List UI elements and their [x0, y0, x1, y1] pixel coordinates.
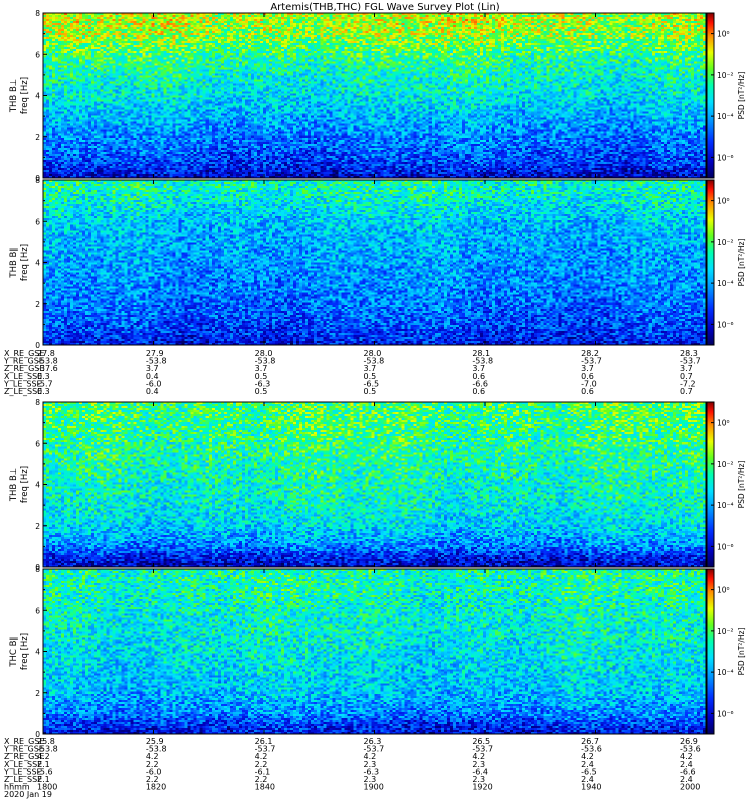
colorbar — [706, 568, 715, 735]
y-axis-label: freq [Hz] — [20, 633, 30, 670]
ephem-cell: 0.7 — [680, 387, 693, 396]
colorbar-tick-label: 10⁻⁶ — [717, 709, 734, 718]
spectrogram-panel-4: 02468freq [Hz]THC B∥10⁰10⁻²10⁻⁴10⁻⁶PSD [… — [9, 565, 746, 739]
ephem-cell: 0.4 — [146, 387, 159, 396]
colorbar-tick-label: 10⁻² — [717, 71, 734, 80]
y-tick-label: 4 — [35, 92, 40, 101]
y-tick-label: 4 — [35, 648, 40, 657]
colorbar — [706, 401, 715, 568]
ephem-cell: 1840 — [255, 783, 275, 792]
colorbar-label: PSD [nT²/Hz] — [737, 72, 746, 120]
ephem-cell: 0.5 — [255, 387, 268, 396]
ephem-cell: 1800 — [37, 783, 57, 792]
y-tick-label: 6 — [35, 606, 40, 615]
ephemeris-table-bottom: X_RE_GSEY_RE_GSEZ_RE_GSEX_LE_SSEY_LE_SSE… — [3, 737, 701, 799]
ephem-cell: 1900 — [364, 783, 384, 792]
colorbar-tick-label: 10⁰ — [717, 586, 730, 595]
spectrogram-image — [43, 13, 706, 178]
y-axis-label: freq [Hz] — [20, 77, 30, 114]
y-tick-label: 2 — [35, 522, 40, 531]
plot-title: Artemis(THB,THC) FGL Wave Survey Plot (L… — [270, 2, 499, 13]
panel-probe-label: THC B∥ — [9, 636, 19, 667]
panel-probe-label: THB B⊥ — [9, 79, 19, 113]
y-tick-label: 6 — [35, 439, 40, 448]
spectrogram-panels: 02468freq [Hz]THB B⊥10⁰10⁻²10⁻⁴10⁻⁶PSD [… — [9, 9, 746, 739]
ephem-cell: 0.5 — [364, 387, 377, 396]
ephem-cell: 0.6 — [581, 387, 594, 396]
colorbar-label: PSD [nT²/Hz] — [737, 461, 746, 509]
y-tick-label: 8 — [35, 176, 40, 185]
ephem-cell: 0.6 — [472, 387, 485, 396]
y-tick-label: 2 — [35, 133, 40, 142]
ephem-cell: 2000 — [680, 783, 700, 792]
ephemeris-table-top: X_RE_GSEY_RE_GSEZ_RE_GSEX_LE_SSEY_LE_SSE… — [3, 349, 701, 396]
spectrogram-image — [43, 569, 706, 734]
panel-probe-label: THB B∥ — [9, 247, 19, 278]
colorbar-tick-label: 10⁻⁴ — [717, 668, 734, 677]
colorbar-tick-label: 10⁻² — [717, 627, 734, 636]
y-axis-label: freq [Hz] — [20, 466, 30, 503]
colorbar-tick-label: 10⁰ — [717, 197, 730, 206]
y-axis-label: freq [Hz] — [20, 244, 30, 281]
colorbar-tick-label: 10⁻² — [717, 238, 734, 247]
colorbar-tick-label: 10⁻² — [717, 460, 734, 469]
y-tick-label: 6 — [35, 50, 40, 59]
ephem-cell: 1940 — [581, 783, 601, 792]
colorbar-tick-label: 10⁻⁴ — [717, 279, 734, 288]
colorbar-tick-label: 10⁻⁶ — [717, 542, 734, 551]
y-tick-label: 8 — [35, 9, 40, 18]
colorbar — [706, 12, 715, 179]
colorbar-tick-label: 10⁻⁴ — [717, 501, 734, 510]
y-tick-label: 8 — [35, 565, 40, 574]
y-tick-label: 2 — [35, 300, 40, 309]
ephem-cell: 1820 — [146, 783, 166, 792]
y-tick-label: 4 — [35, 259, 40, 268]
colorbar-label: PSD [nT²/Hz] — [737, 239, 746, 287]
spectrogram-panel-1: 02468freq [Hz]THB B⊥10⁰10⁻²10⁻⁴10⁻⁶PSD [… — [9, 9, 746, 183]
ephem-cell: 0.3 — [37, 387, 50, 396]
colorbar — [706, 179, 715, 346]
colorbar-tick-label: 10⁻⁶ — [717, 320, 734, 329]
colorbar-tick-label: 10⁰ — [717, 419, 730, 428]
y-tick-label: 8 — [35, 398, 40, 407]
y-tick-label: 6 — [35, 217, 40, 226]
panel-probe-label: THB B⊥ — [9, 468, 19, 502]
colorbar-label: PSD [nT²/Hz] — [737, 628, 746, 676]
wave-survey-plot: Artemis(THB,THC) FGL Wave Survey Plot (L… — [0, 0, 750, 800]
plot-svg: Artemis(THB,THC) FGL Wave Survey Plot (L… — [3, 2, 746, 799]
spectrogram-panel-2: 02468freq [Hz]THB B∥10⁰10⁻²10⁻⁴10⁻⁶PSD [… — [9, 176, 746, 350]
spectrogram-image — [43, 180, 706, 345]
ephem-cell: 1920 — [472, 783, 492, 792]
colorbar-tick-label: 10⁻⁶ — [717, 153, 734, 162]
y-tick-label: 4 — [35, 481, 40, 490]
colorbar-tick-label: 10⁻⁴ — [717, 112, 734, 121]
spectrogram-panel-3: 02468freq [Hz]THB B⊥10⁰10⁻²10⁻⁴10⁻⁶PSD [… — [9, 398, 746, 572]
spectrogram-image — [43, 402, 706, 567]
y-tick-label: 2 — [35, 689, 40, 698]
colorbar-tick-label: 10⁰ — [717, 30, 730, 39]
